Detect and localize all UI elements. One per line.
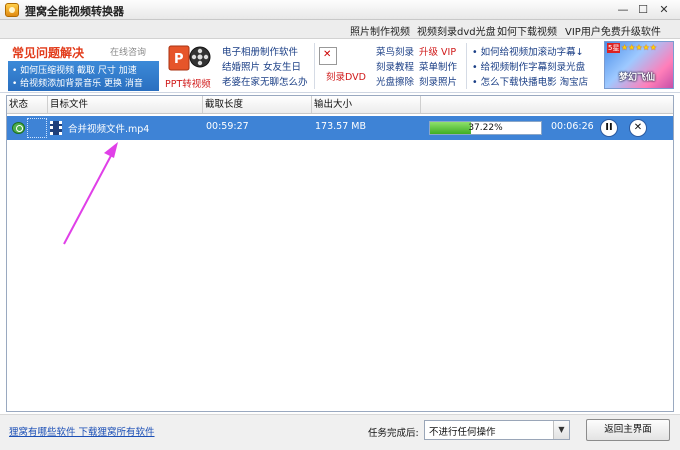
toplink-vip-upgrade[interactable]: VIP用户免费升级软件 [565,23,661,38]
row-clip-length: 00:59:27 [206,121,249,132]
after-task-label: 任务完成后: [368,428,419,439]
game-ad-image[interactable]: 5星 ★★★★★ 梦幻飞仙 [604,41,674,89]
ad-link-scroll-subtitle[interactable]: • 如何给视频加滚动字幕↓ [472,44,584,58]
download-all-software-link[interactable]: 狸窝有哪些软件 下载狸窝所有软件 [9,424,155,438]
progress-text: 37.22% [468,123,503,133]
minimize-button[interactable]: — [615,2,631,17]
return-home-button[interactable]: 返回主界面 [586,419,670,441]
after-task-select-value: 不进行任何操作 [429,427,496,438]
maximize-button[interactable]: ☐ [635,2,651,17]
app-logo-icon [5,3,19,17]
ad-link-subtitle-burn[interactable]: • 给视频制作字幕刻录光盘 [472,59,585,73]
ad-link-menu-make[interactable]: 菜单制作 [419,59,457,73]
window-title: 狸窝全能视频转换器 [25,5,124,18]
game-title: 梦幻飞仙 [619,73,656,83]
svg-text:P: P [174,52,184,67]
cancel-task-button[interactable]: ✕ [629,119,647,137]
task-table: 状态 目标文件 截取长度 输出大小 合并视频文件.mp4 00:59:27 17… [6,95,674,412]
ppt-to-video-link[interactable]: PPT转视频 [165,76,211,90]
ad-divider [466,43,467,89]
chevron-down-icon[interactable]: ▼ [553,421,569,439]
table-row[interactable]: 合并视频文件.mp4 00:59:27 173.57 MB 37.22% 00:… [7,116,673,140]
status-converting-icon [12,122,25,134]
ad-link-ealbum[interactable]: 电子相册制作软件 [222,44,298,58]
close-button[interactable]: ✕ [656,2,672,17]
row-thumbnail-box[interactable] [27,118,47,138]
conversion-progress-bar: 37.22% [429,121,542,135]
table-header: 状态 目标文件 截取长度 输出大小 [7,96,673,114]
toplink-download-video[interactable]: 如何下载视频 [497,23,557,38]
faq-box: • 如何压缩视频 截取 尺寸 加速 • 给视频添加背景音乐 更换 消音 [8,61,159,91]
ppt-film-icon[interactable]: P [168,44,212,72]
row-output-size: 173.57 MB [315,121,366,132]
ad-link-novice-burn[interactable]: 菜鸟刻录 [376,44,414,58]
title-bar: 狸窝全能视频转换器 — ☐ ✕ [0,0,680,20]
faq-link-compress[interactable]: • 如何压缩视频 截取 尺寸 加速 [12,63,137,76]
ad-banner: 常见问题解决 在线咨询 • 如何压缩视频 截取 尺寸 加速 • 给视频添加背景音… [0,39,680,93]
top-link-bar: 照片制作视频 视频刻录dvd光盘 如何下载视频 VIP用户免费升级软件 [0,20,680,39]
game-level-badge: 5星 [607,43,621,53]
ad-link-wedding[interactable]: 结婚照片 女友生日 [222,59,301,73]
ad-link-download-movie[interactable]: • 怎么下载快播电影 淘宝店 [472,74,588,88]
column-header-status[interactable]: 状态 [7,96,48,113]
ad-link-disc-erase[interactable]: 光盘擦除 [376,74,414,88]
game-star-rating: ★★★★★ [621,43,657,52]
row-remaining-time: 00:06:26 [551,121,594,132]
toplink-burn-dvd[interactable]: 视频刻录dvd光盘 [417,23,496,38]
ad-divider [314,43,315,89]
faq-link-bgmusic[interactable]: • 给视频添加背景音乐 更换 消音 [12,76,143,89]
toplink-photo-to-video[interactable]: 照片制作视频 [350,23,410,38]
faq-online-consult-link[interactable]: 在线咨询 [110,45,146,58]
bottom-bar: 狸窝有哪些软件 下载狸窝所有软件 任务完成后: 不进行任何操作 ▼ 返回主界面 [0,414,680,450]
ad-link-burn-tutorial[interactable]: 刻录教程 [376,59,414,73]
after-task-select[interactable]: 不进行任何操作 ▼ [424,420,570,440]
dvd-broken-image-icon[interactable] [319,47,337,65]
faq-title[interactable]: 常见问题解决 [12,44,84,61]
burn-dvd-link[interactable]: 刻录DVD [326,69,366,83]
column-header-output-size[interactable]: 输出大小 [312,96,421,113]
column-header-clip-length[interactable]: 截取长度 [203,96,312,113]
column-header-target-file[interactable]: 目标文件 [48,96,203,113]
pause-button[interactable]: II [600,119,618,137]
ad-link-upgrade-vip[interactable]: 升级 VIP [419,44,456,58]
video-file-icon [50,121,62,135]
column-header-progress [421,96,673,113]
ad-link-bored[interactable]: 老婆在家无聊怎么办 [222,74,308,88]
ad-link-burn-photos[interactable]: 刻录照片 [419,74,457,88]
row-file-name: 合并视频文件.mp4 [68,124,150,135]
